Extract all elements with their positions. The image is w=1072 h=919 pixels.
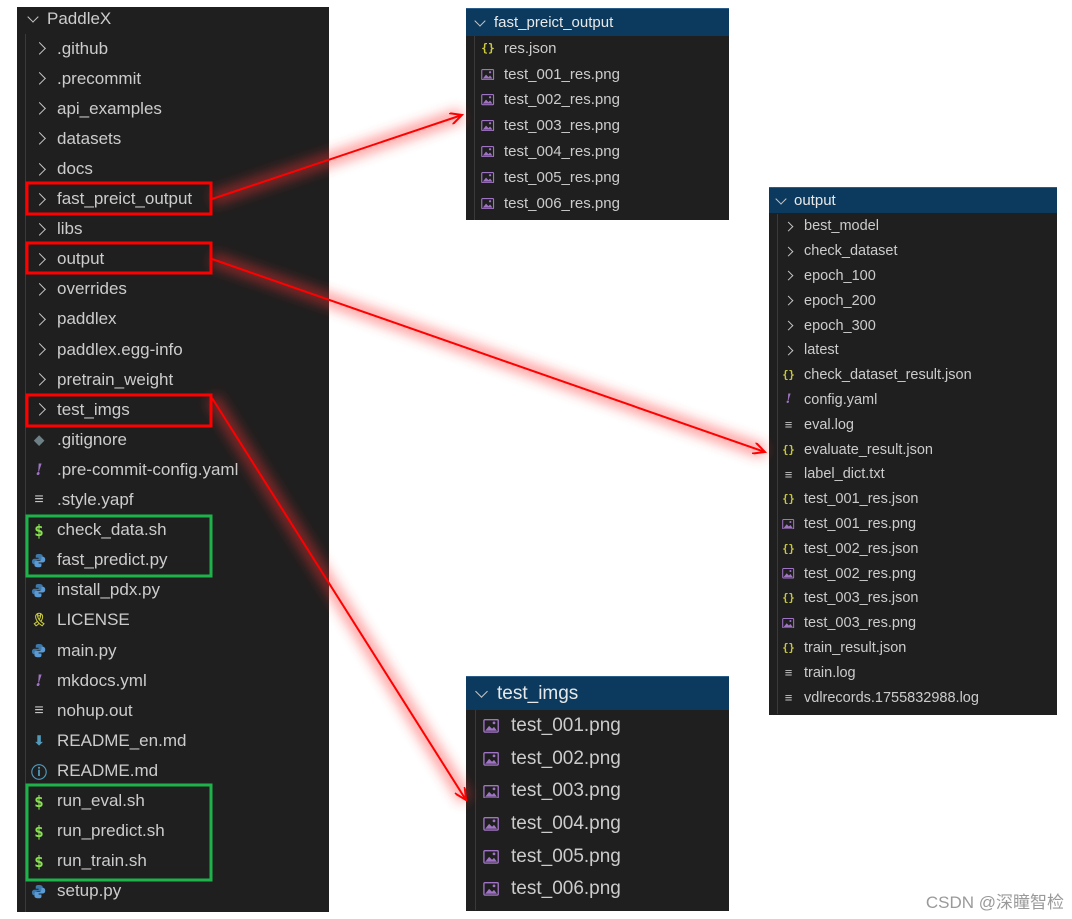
arrow-glow bbox=[206, 108, 768, 804]
arrow-to-output bbox=[211, 258, 765, 452]
highlight-fast-preict-output bbox=[25, 181, 213, 216]
arrow-to-test-imgs bbox=[211, 397, 466, 800]
arrow-to-fast-output bbox=[211, 115, 462, 200]
watermark: CSDN @深瞳智检 bbox=[925, 893, 1064, 912]
highlight-output bbox=[25, 241, 213, 275]
highlight-scripts-run bbox=[25, 783, 213, 882]
highlight-test-imgs bbox=[25, 393, 213, 428]
highlight-scripts-check bbox=[25, 514, 213, 578]
annotation-overlay bbox=[25, 108, 768, 882]
